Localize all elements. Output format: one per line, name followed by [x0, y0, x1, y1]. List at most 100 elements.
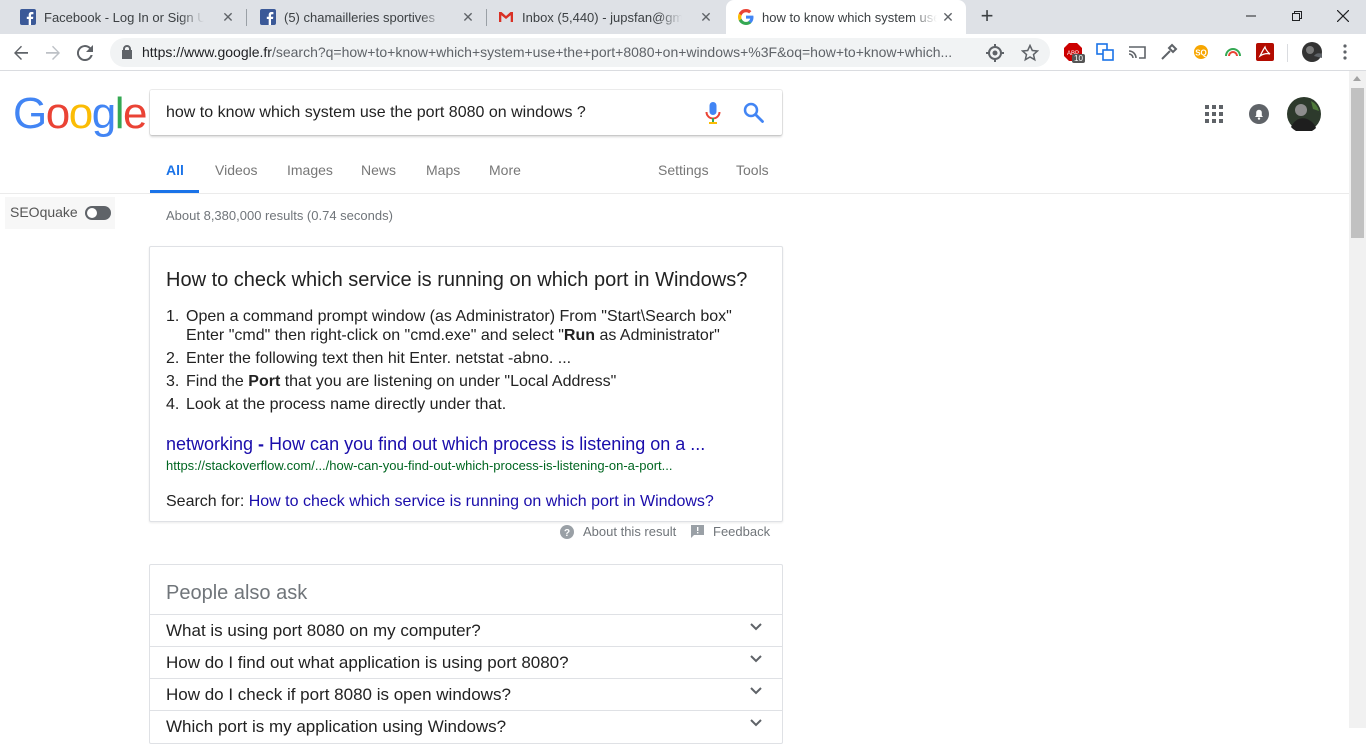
translate-extension-icon[interactable] [1096, 43, 1114, 61]
adblock-extension-icon[interactable]: ABP 10 [1064, 43, 1085, 63]
restore-window-icon[interactable] [1274, 0, 1320, 32]
logo-letter: o [68, 89, 93, 138]
browser-toolbar: https://www.google.fr/search?q=how+to+kn… [0, 34, 1366, 71]
close-tab-icon[interactable]: ✕ [220, 9, 236, 25]
url-path: /search?q=how+to+know+which+system+use+t… [271, 44, 953, 60]
paa-question[interactable]: How do I check if port 8080 is open wind… [150, 678, 782, 710]
feedback-link[interactable]: Feedback [691, 524, 770, 539]
step-number: 3. [166, 373, 180, 390]
step-text: that you are listening on under "Local A… [280, 373, 617, 390]
scroll-up-icon[interactable] [1353, 76, 1361, 81]
tools-link[interactable]: Tools [736, 162, 769, 178]
url-host: https://www.google.fr [142, 44, 272, 60]
logo-letter: o [45, 89, 70, 138]
tab-strip: Facebook - Log In or Sign Up ✕ (5) chama… [0, 0, 1366, 34]
paa-question-text[interactable]: Which port is my application using Windo… [166, 717, 506, 737]
seoquake-label: SEOquake [10, 204, 78, 220]
paa-question[interactable]: What is using port 8080 on my computer? [150, 614, 782, 646]
tab-title: (5) chamailleries sportives [284, 9, 435, 25]
facebook-icon [260, 9, 276, 25]
active-tab-indicator [150, 190, 199, 193]
close-tab-icon[interactable]: ✕ [940, 9, 956, 25]
snippet-steps: 1. Open a command prompt window (as Admin… [166, 307, 766, 418]
address-bar[interactable]: https://www.google.fr/search?q=how+to+kn… [110, 38, 1050, 67]
chevron-down-icon[interactable] [750, 623, 762, 631]
snippet-source-url: https://stackoverflow.com/.../how-can-yo… [166, 458, 673, 473]
feedback-icon [691, 525, 704, 538]
forward-icon[interactable] [40, 40, 66, 66]
chevron-down-icon[interactable] [750, 687, 762, 695]
step-text: Find the [186, 373, 249, 390]
close-tab-icon[interactable]: ✕ [460, 9, 476, 25]
lock-icon [122, 45, 132, 59]
eyedropper-extension-icon[interactable] [1160, 43, 1178, 61]
step-text: as Administrator" [595, 327, 720, 344]
notifications-bell-icon[interactable] [1249, 104, 1269, 124]
snippet-step: 1. Open a command prompt window (as Admin… [166, 307, 766, 345]
browser-tab-facebook[interactable]: Facebook - Log In or Sign Up ✕ [0, 0, 246, 34]
pdf-extension-icon[interactable] [1256, 43, 1274, 61]
new-tab-icon[interactable]: + [976, 5, 998, 28]
google-logo[interactable]: Google [13, 89, 147, 138]
help-circle-icon: ? [560, 524, 574, 539]
tab-maps[interactable]: Maps [426, 162, 460, 178]
paa-question-text[interactable]: What is using port 8080 on my computer? [166, 621, 481, 641]
rainbow-extension-icon[interactable] [1224, 43, 1242, 61]
scrollbar-thumb[interactable] [1351, 88, 1364, 238]
chevron-down-icon[interactable] [750, 719, 762, 727]
about-result-label[interactable]: About this result [583, 524, 676, 539]
extension-badge: 10 [1072, 54, 1085, 63]
facebook-icon [20, 9, 36, 25]
search-input[interactable]: how to know which system use the port 80… [166, 104, 586, 122]
search-icon[interactable] [743, 102, 764, 123]
location-icon[interactable] [986, 44, 1004, 62]
chevron-down-icon[interactable] [750, 655, 762, 663]
tab-news[interactable]: News [361, 162, 396, 178]
close-window-icon[interactable] [1320, 0, 1366, 32]
account-avatar-icon[interactable] [1287, 97, 1321, 131]
profile-avatar-icon[interactable] [1302, 42, 1322, 62]
paa-question[interactable]: How do I find out what application is us… [150, 646, 782, 678]
featured-snippet: How to check which service is running on… [149, 246, 783, 522]
tab-all[interactable]: All [166, 162, 184, 178]
back-icon[interactable] [8, 40, 34, 66]
tab-more[interactable]: More [489, 162, 521, 178]
search-box[interactable]: how to know which system use the port 80… [150, 90, 782, 135]
snippet-step: 2. Enter the following text then hit Ente… [166, 349, 766, 368]
logo-letter: g [91, 89, 116, 138]
paa-question-text[interactable]: How do I find out what application is us… [166, 653, 569, 673]
close-tab-icon[interactable]: ✕ [698, 9, 714, 25]
seoquake-extension-icon[interactable]: SQ [1192, 43, 1210, 61]
bookmark-star-icon[interactable] [1021, 44, 1039, 62]
tab-videos[interactable]: Videos [215, 162, 258, 178]
cast-icon[interactable] [1128, 43, 1146, 61]
about-result-link[interactable]: ? About this result [560, 524, 676, 539]
toolbar-divider [1287, 44, 1288, 62]
apps-grid-icon[interactable] [1205, 105, 1223, 123]
feedback-label[interactable]: Feedback [713, 524, 770, 539]
reload-icon[interactable] [72, 40, 98, 66]
source-separator: - [253, 434, 270, 454]
paa-question-text[interactable]: How do I check if port 8080 is open wind… [166, 685, 511, 705]
tab-images[interactable]: Images [287, 162, 333, 178]
minimize-window-icon[interactable] [1228, 0, 1274, 32]
settings-link[interactable]: Settings [658, 162, 709, 178]
source-site[interactable]: networking [166, 434, 253, 454]
google-icon [738, 9, 754, 25]
microphone-icon[interactable] [705, 102, 721, 124]
browser-tab-gmail[interactable]: Inbox (5,440) - jupsfan@gmail.com ✕ [478, 0, 724, 34]
page-scrollbar[interactable] [1349, 71, 1366, 728]
seoquake-panel: SEOquake [5, 197, 115, 229]
step-bold-text: Run [563, 327, 595, 344]
source-title[interactable]: How can you find out which process is li… [269, 434, 705, 454]
seoquake-toggle[interactable] [85, 206, 111, 220]
search-for-link[interactable]: How to check which service is running on… [249, 493, 714, 510]
tab-title: how to know which system use the port 80… [762, 9, 937, 25]
tab-title: Inbox (5,440) - jupsfan@gmail.com [522, 9, 682, 25]
browser-tab-chamailleries[interactable]: (5) chamailleries sportives ✕ [240, 0, 486, 34]
chrome-menu-icon[interactable] [1336, 43, 1354, 61]
snippet-source-link[interactable]: networking - How can you find out which … [166, 434, 705, 455]
paa-question[interactable]: Which port is my application using Windo… [150, 710, 782, 742]
browser-tab-google-active[interactable]: how to know which system use the port 80… [726, 0, 966, 34]
paa-title: People also ask [166, 582, 308, 604]
